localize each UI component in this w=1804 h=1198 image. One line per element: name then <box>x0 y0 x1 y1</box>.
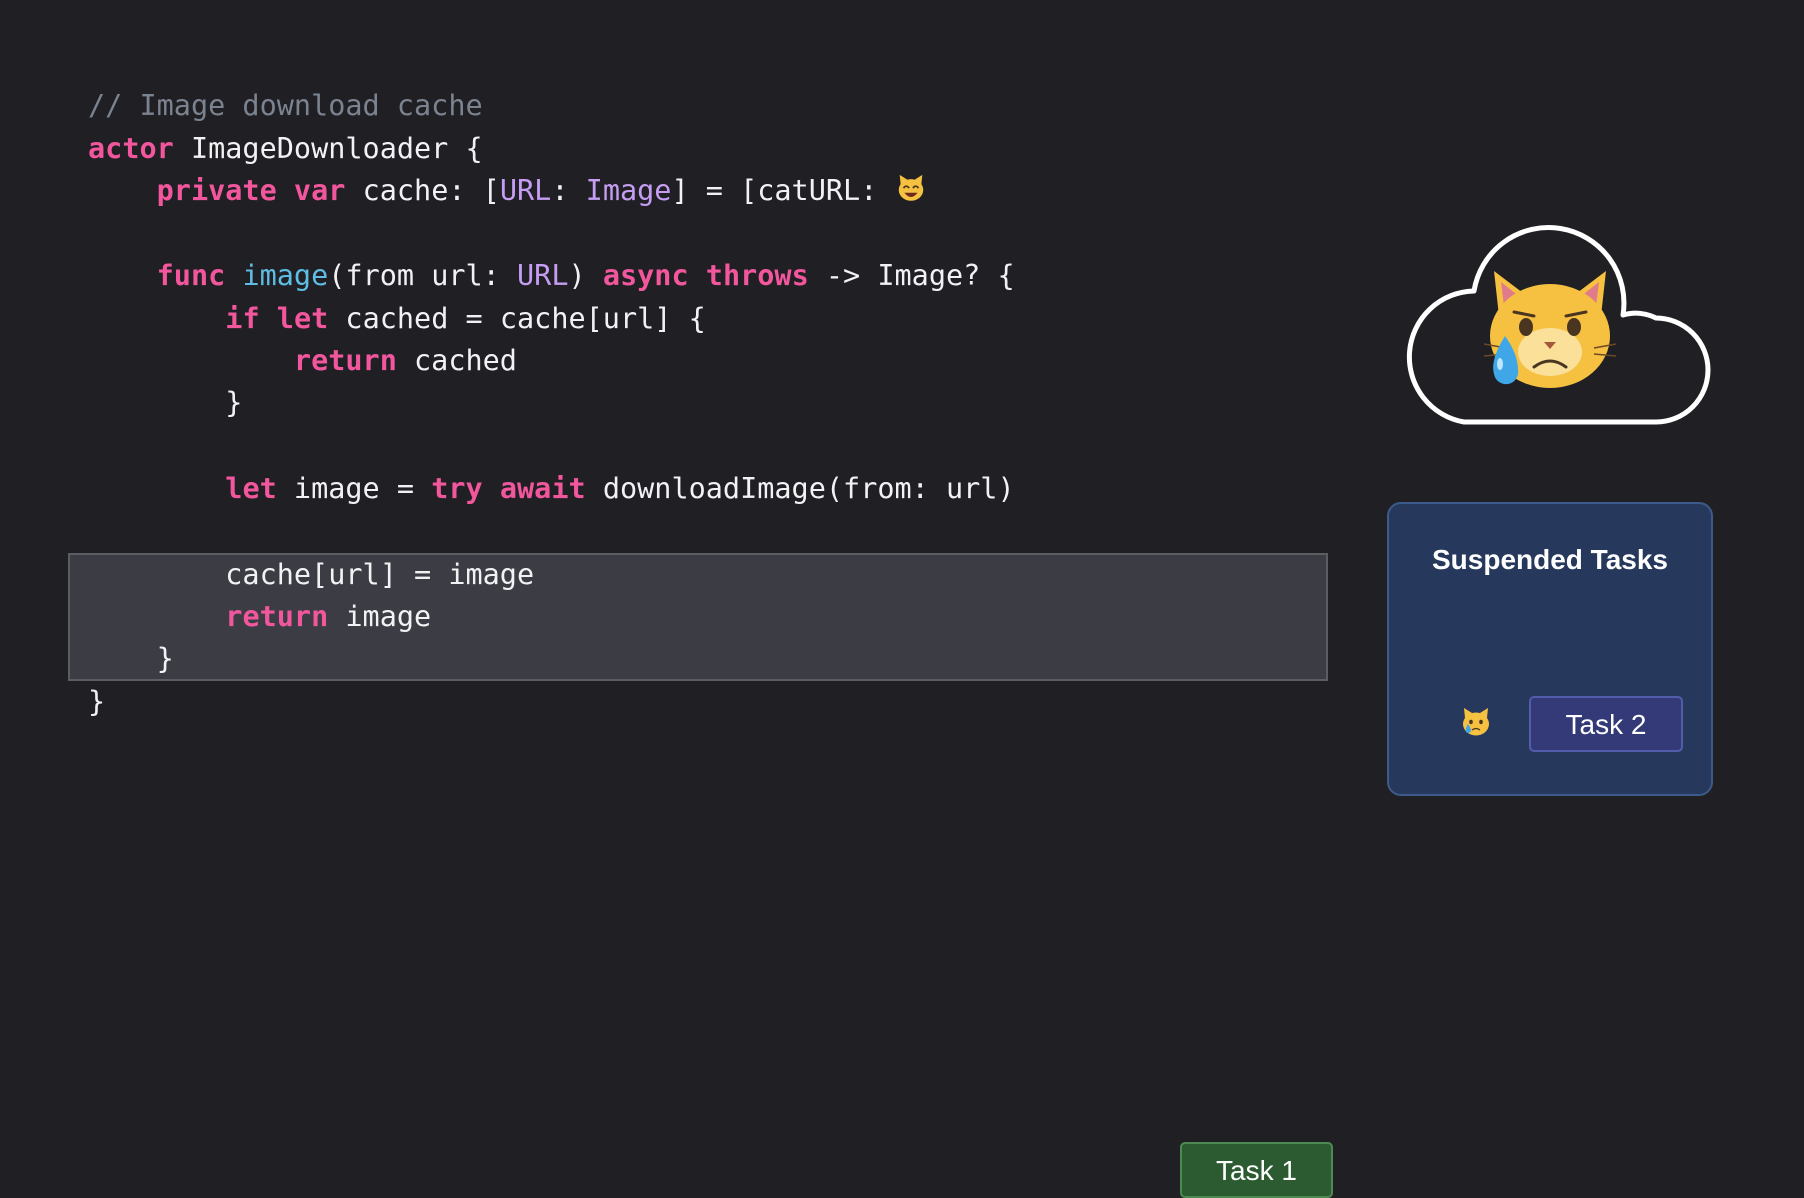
code-line: if let cached = cache[url] { <box>88 299 706 339</box>
code-token: throws <box>705 259 809 292</box>
code-line: let image = try await downloadImage(from… <box>88 469 1015 509</box>
code-token: : <box>551 174 586 207</box>
code-token: cache: [ <box>345 174 500 207</box>
code-line: } <box>88 682 105 722</box>
task-1-chip: Task 1 <box>1180 1142 1333 1198</box>
code-token: return <box>293 344 397 377</box>
code-line: private var cache: [URL: Image] = [catUR… <box>88 171 927 211</box>
code-token: image = <box>276 472 432 505</box>
code-token: URL <box>517 259 569 292</box>
code-token: Image <box>585 174 672 207</box>
code-token: } <box>88 685 106 718</box>
code-token: actor <box>88 132 174 165</box>
code-token: URL <box>499 174 552 207</box>
code-token: image <box>328 600 432 633</box>
code-token: return <box>225 600 329 633</box>
code-token: private <box>156 174 277 207</box>
code-token: ] = [catURL: <box>671 174 895 207</box>
code-token: await <box>499 472 586 505</box>
code-line: cache[url] = image <box>88 555 534 595</box>
code-token: downloadImage(from: url) <box>585 472 1015 505</box>
code-token: (from url: <box>328 259 517 292</box>
code-token: let <box>225 472 277 505</box>
code-token: cache[url] = image <box>88 558 535 591</box>
code-token: if <box>225 302 260 335</box>
code-token: cached <box>396 344 517 377</box>
code-token: ImageDownloader { <box>173 132 483 165</box>
code-token: // Image download cache <box>88 89 483 122</box>
code-token: func <box>156 259 226 292</box>
code-token: try <box>431 472 483 505</box>
suspended-tasks-panel: Suspended Tasks Task 2 <box>1387 502 1713 796</box>
code-token: let <box>276 302 329 335</box>
code-line: } <box>88 383 242 423</box>
code-token: cached = cache[url] { <box>328 302 706 335</box>
task-2-chip: Task 2 <box>1529 696 1683 752</box>
code-token: image <box>242 259 329 292</box>
code-line: // Image download cache <box>88 86 483 126</box>
code-token: } <box>88 642 174 675</box>
code-line: } <box>88 639 174 679</box>
code-line: actor ImageDownloader { <box>88 129 483 169</box>
cloud-icon <box>1406 225 1711 425</box>
suspended-tasks-title: Suspended Tasks <box>1431 544 1668 575</box>
code-token: } <box>88 386 243 419</box>
code-token: -> Image? { <box>808 259 1015 292</box>
code-line: func image(from url: URL) async throws -… <box>88 256 1015 296</box>
code-token: async <box>602 259 689 292</box>
crying-cat-icon <box>1483 271 1617 388</box>
code-line: return cached <box>88 341 517 381</box>
grinning-cat-icon <box>898 174 923 201</box>
crying-cat-icon <box>1463 708 1489 736</box>
code-token: var <box>293 174 346 207</box>
code-token: ) <box>568 259 603 292</box>
code-line: return image <box>88 597 431 637</box>
